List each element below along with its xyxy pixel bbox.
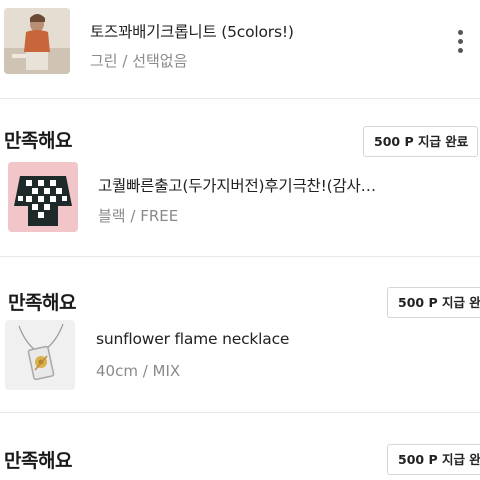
model-photo-image: [4, 8, 70, 74]
satisfaction-rating: 만족해요: [4, 450, 72, 472]
product-title[interactable]: 고퀄빠른출고(두가지버전)후기극찬!(감사…: [98, 174, 376, 196]
satisfaction-rating: 만족해요: [8, 292, 76, 314]
section-divider: [0, 98, 480, 99]
product-thumbnail-necklace[interactable]: [5, 320, 75, 390]
product-option: 40cm / MIX: [96, 362, 181, 380]
product-option: 블랙 / FREE: [98, 207, 179, 225]
product-thumbnail-checker-knit[interactable]: [8, 162, 78, 232]
satisfaction-rating: 만족해요: [4, 130, 72, 152]
product-thumbnail-knit[interactable]: [4, 8, 70, 74]
product-option: 그린 / 선택없음: [90, 52, 188, 70]
section-divider: [0, 412, 480, 413]
more-vertical-icon[interactable]: [456, 30, 466, 54]
product-title[interactable]: sunflower flame necklace: [96, 330, 289, 348]
points-status-badge: 500 P 지급 완료: [387, 287, 480, 318]
review-list-page: 토즈꽈배기크롭니트 (5colors!) 그린 / 선택없음 만족해요 500 …: [0, 0, 480, 480]
necklace-image: [5, 320, 75, 390]
product-title[interactable]: 토즈꽈배기크롭니트 (5colors!): [90, 20, 294, 42]
checker-knit-image: [8, 162, 78, 232]
points-status-badge: 500 P 지급 완료: [387, 444, 480, 475]
points-status-badge: 500 P 지급 완료: [363, 126, 478, 157]
section-divider: [0, 256, 480, 257]
